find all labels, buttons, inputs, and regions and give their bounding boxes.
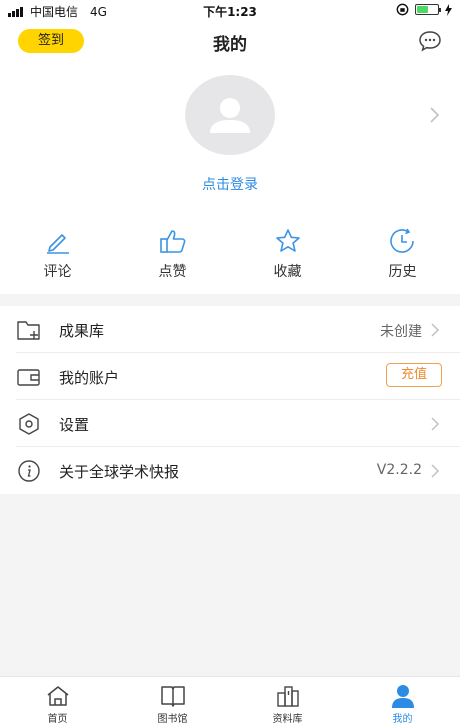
login-link[interactable]: 点击登录 <box>0 174 460 194</box>
menu-item-achievements[interactable]: 成果库 未创建 <box>16 306 460 353</box>
history-clock-icon <box>389 228 414 253</box>
star-icon <box>275 229 300 252</box>
tab-archive[interactable]: 资料库 <box>230 677 345 725</box>
battery-icon <box>415 4 441 15</box>
pencil-icon <box>46 234 69 254</box>
nav-bar: 签到 我的 <box>0 22 460 62</box>
tab-label: 图书馆 <box>157 714 188 725</box>
menu-item-settings[interactable]: 设置 <box>16 400 460 447</box>
chevron-right-icon <box>431 464 440 478</box>
tab-library[interactable]: 图书馆 <box>115 677 230 725</box>
quick-action-likes[interactable]: 点赞 <box>115 227 230 287</box>
folder-add-icon <box>17 321 40 340</box>
menu-item-about[interactable]: 关于全球学术快报 V2.2.2 <box>16 447 460 494</box>
settings-menu: 成果库 未创建 我的账户 充值 设置 关于全球学术快报 V2.2.2 <box>0 306 460 494</box>
chevron-right-icon <box>431 323 440 337</box>
tab-label: 首页 <box>47 714 68 725</box>
profile-chevron-icon[interactable] <box>428 106 440 124</box>
quick-action-label: 收藏 <box>273 264 302 280</box>
status-right <box>396 3 452 16</box>
book-icon <box>160 686 185 707</box>
chevron-right-icon <box>431 417 440 431</box>
menu-label: 设置 <box>59 416 90 434</box>
quick-actions: 评论 点赞 收藏 历史 <box>0 227 460 287</box>
quick-action-comments[interactable]: 评论 <box>0 227 115 287</box>
orientation-lock-icon <box>396 3 409 16</box>
recharge-button[interactable]: 充值 <box>386 363 442 387</box>
user-icon <box>391 685 414 708</box>
quick-action-label: 点赞 <box>158 264 187 280</box>
status-time: 下午1:23 <box>203 5 257 19</box>
version-value: V2.2.2 <box>376 462 422 478</box>
archive-icon <box>276 686 299 707</box>
quick-action-label: 历史 <box>388 264 417 280</box>
tab-label: 我的 <box>392 714 413 725</box>
menu-label: 关于全球学术快报 <box>59 463 180 481</box>
tab-bar: 首页 图书馆 资料库 我的 <box>0 676 460 725</box>
charging-icon <box>445 3 452 16</box>
quick-action-favorites[interactable]: 收藏 <box>230 227 345 287</box>
home-icon <box>47 686 68 706</box>
menu-label: 成果库 <box>59 322 105 340</box>
menu-label: 我的账户 <box>59 369 120 387</box>
quick-action-history[interactable]: 历史 <box>345 227 460 287</box>
quick-action-label: 评论 <box>43 264 72 280</box>
tab-home[interactable]: 首页 <box>0 677 115 725</box>
settings-hexagon-icon <box>19 413 39 435</box>
info-icon <box>18 460 40 482</box>
profile-section: 签到 我的 点击登录 评论 点赞 收藏 历史 <box>0 22 460 294</box>
menu-value: 未创建 <box>380 324 422 340</box>
wallet-icon <box>17 369 40 386</box>
status-bar: 中国电信 4G 下午1:23 <box>0 0 460 22</box>
avatar[interactable] <box>185 75 275 155</box>
menu-item-account[interactable]: 我的账户 充值 <box>16 353 460 400</box>
tab-label: 资料库 <box>272 714 303 725</box>
message-icon[interactable] <box>418 30 442 52</box>
page-title: 我的 <box>213 35 247 55</box>
tab-mine[interactable]: 我的 <box>345 677 460 725</box>
thumbs-up-icon <box>159 230 185 253</box>
